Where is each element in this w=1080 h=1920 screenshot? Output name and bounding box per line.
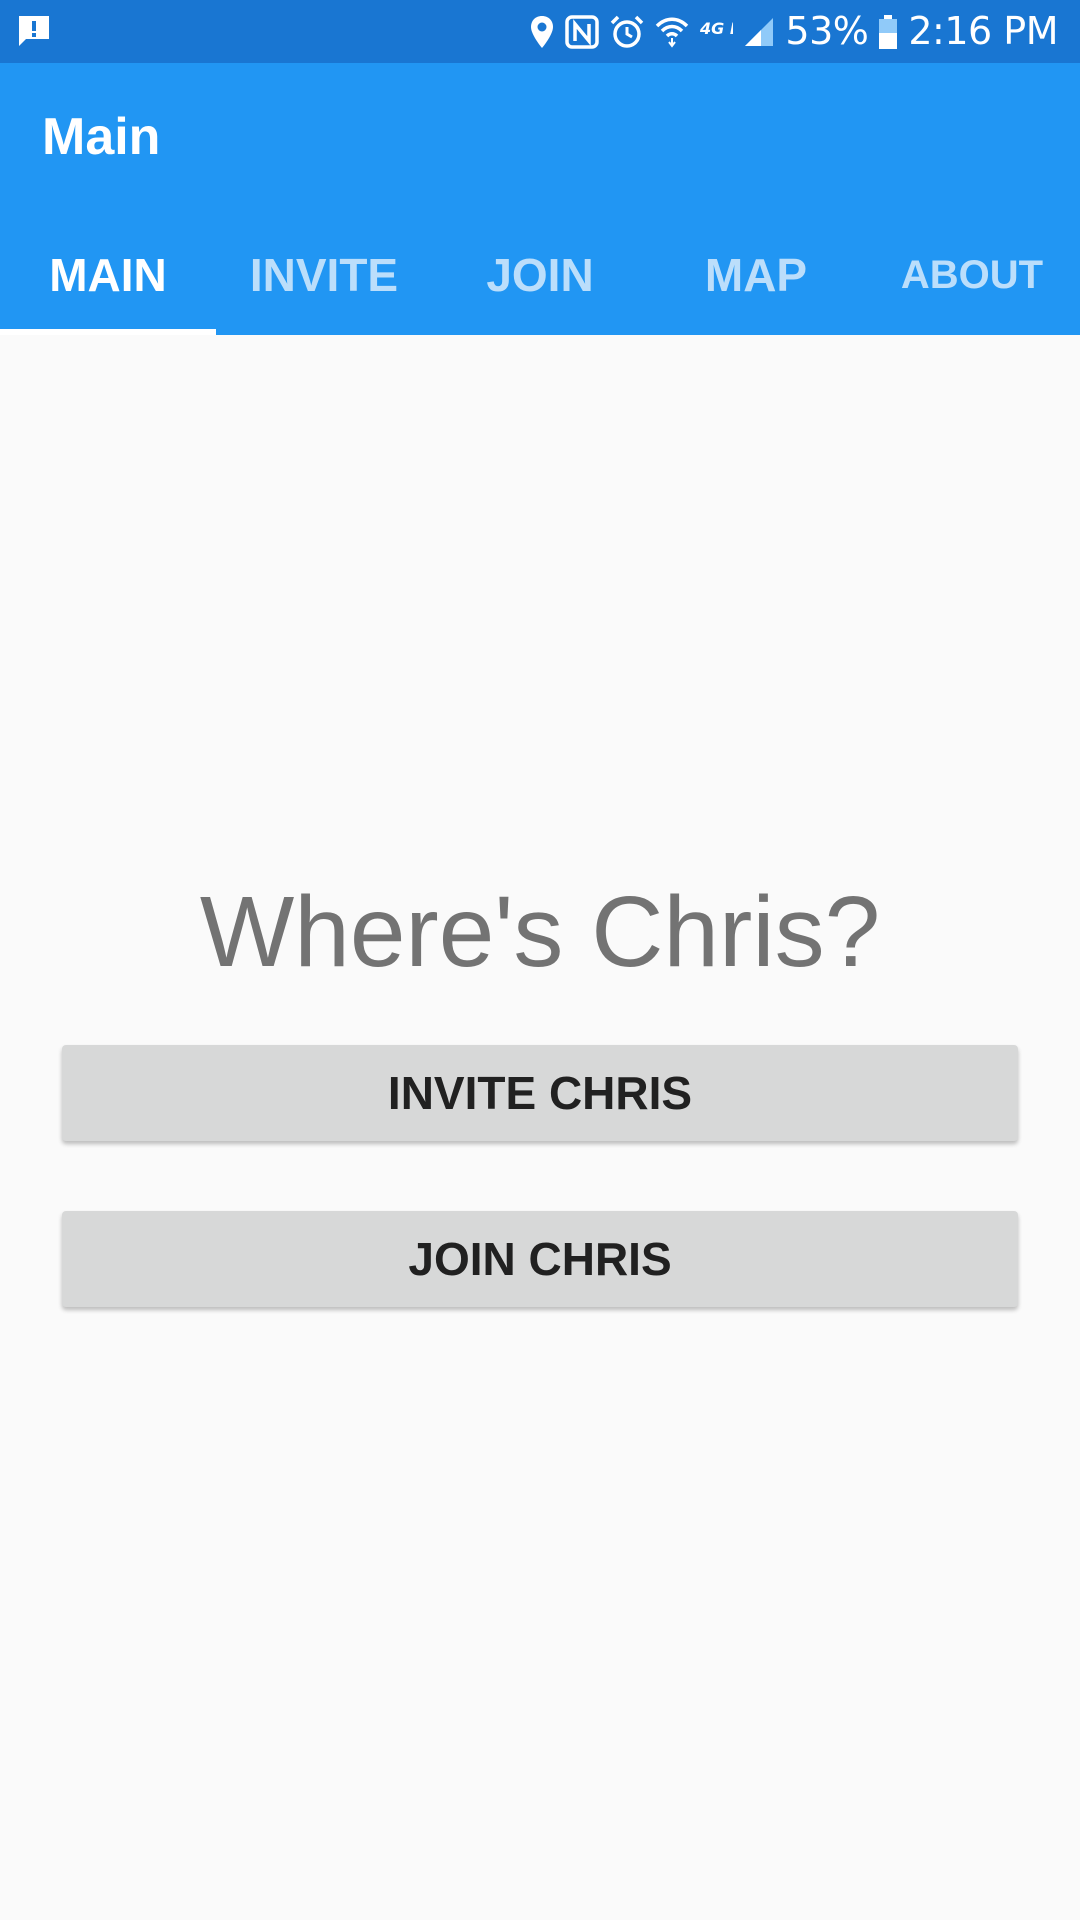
status-icons: 4G LTE 53% 2:16 PM — [529, 0, 1058, 63]
tab-main[interactable]: MAIN — [0, 215, 216, 335]
tab-label: JOIN — [486, 249, 594, 301]
tab-label: INVITE — [249, 249, 399, 301]
lte-icon: 4G LTE — [699, 14, 733, 50]
network-label: 4G LTE — [699, 19, 733, 38]
app-bar: Main MAIN INVITE JOIN MAP ABOUT — [0, 63, 1080, 335]
status-bar: 4G LTE 53% 2:16 PM — [0, 0, 1080, 63]
alert-notification-icon — [16, 13, 52, 49]
tab-label: ABOUT — [900, 252, 1044, 297]
tab-map[interactable]: MAP — [648, 215, 864, 335]
signal-icon — [743, 14, 775, 50]
tab-join[interactable]: JOIN — [432, 215, 648, 335]
invite-chris-button[interactable]: INVITE CHRIS — [62, 1045, 1018, 1141]
tab-invite[interactable]: INVITE — [216, 215, 432, 335]
wifi-icon — [655, 14, 689, 50]
tab-bar: MAIN INVITE JOIN MAP ABOUT — [0, 215, 1080, 335]
location-icon — [529, 14, 555, 50]
tab-about[interactable]: ABOUT — [864, 215, 1080, 335]
tab-label: MAP — [704, 249, 808, 301]
battery-percent: 53% — [785, 9, 869, 53]
join-chris-button[interactable]: JOIN CHRIS — [62, 1211, 1018, 1307]
battery-icon — [878, 14, 898, 50]
nfc-icon — [565, 14, 600, 50]
tab-label: MAIN — [49, 249, 167, 301]
clock: 2:16 PM — [908, 9, 1058, 53]
page-title: Main — [42, 108, 161, 166]
headline: Where's Chris? — [199, 876, 881, 988]
main-content: Where's Chris? INVITE CHRIS JOIN CHRIS — [0, 335, 1080, 1920]
alarm-icon — [609, 14, 645, 50]
